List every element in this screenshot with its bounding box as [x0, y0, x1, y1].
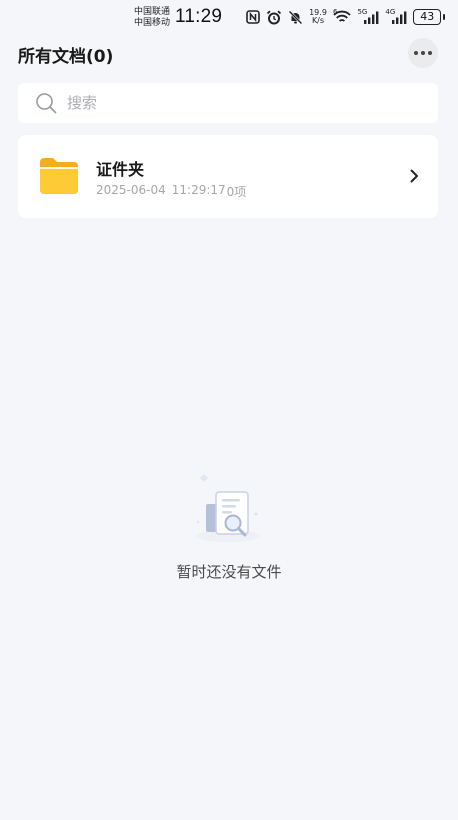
carrier-2: 中国移动 — [134, 18, 171, 28]
empty-documents-illustration-icon — [186, 470, 270, 554]
carrier-names: 中国联通 中国移动 — [134, 7, 174, 29]
folder-count: 0项 — [226, 185, 247, 199]
page-title: 所有文档(0) — [18, 47, 114, 67]
empty-state-message: 暂时还没有文件 — [176, 563, 282, 581]
more-dot-icon — [421, 51, 425, 55]
screen: 中国联通 中国移动 11:29 19.9 K/s 6 5G 4G 43 所有文档… — [0, 0, 458, 820]
chevron-right-icon — [406, 168, 422, 184]
more-dot-icon — [414, 51, 418, 55]
alarm-icon — [266, 10, 282, 25]
search-icon — [35, 92, 57, 114]
wifi-label: 6 — [333, 8, 338, 16]
wifi-status: 6 — [333, 8, 352, 24]
nfc-icon — [246, 10, 260, 24]
signal-2: 4G — [385, 8, 407, 24]
signal-1-label: 5G — [357, 8, 368, 16]
folder-time: 11:29:17 — [171, 183, 226, 197]
search-bar[interactable] — [18, 83, 438, 123]
network-speed-unit: K/s — [311, 16, 325, 25]
status-time: 11:29 — [175, 6, 223, 27]
more-options-button[interactable] — [408, 38, 438, 68]
signal-2-label: 4G — [385, 8, 396, 16]
folder-item[interactable]: 证件夹 2025-06-04 11:29:17 0项 — [18, 135, 438, 218]
folder-icon — [38, 156, 80, 196]
system-icons: 19.9 K/s 6 5G 4G 43 — [246, 8, 446, 25]
folder-name: 证件夹 — [96, 160, 145, 179]
status-bar: 中国联通 中国移动 11:29 19.9 K/s 6 5G 4G 43 — [0, 0, 458, 38]
folder-meta: 2025-06-04 11:29:17 0项 — [96, 183, 246, 200]
signal-1: 5G — [357, 8, 379, 24]
header: 所有文档(0) — [0, 38, 458, 68]
battery-icon: 43 — [413, 9, 446, 25]
folder-date: 2025-06-04 — [96, 183, 166, 197]
mute-bell-icon — [288, 10, 303, 25]
more-dot-icon — [428, 51, 432, 55]
network-speed: 19.9 K/s — [309, 9, 327, 25]
search-input[interactable] — [65, 93, 399, 113]
carrier-1: 中国联通 — [134, 7, 171, 17]
